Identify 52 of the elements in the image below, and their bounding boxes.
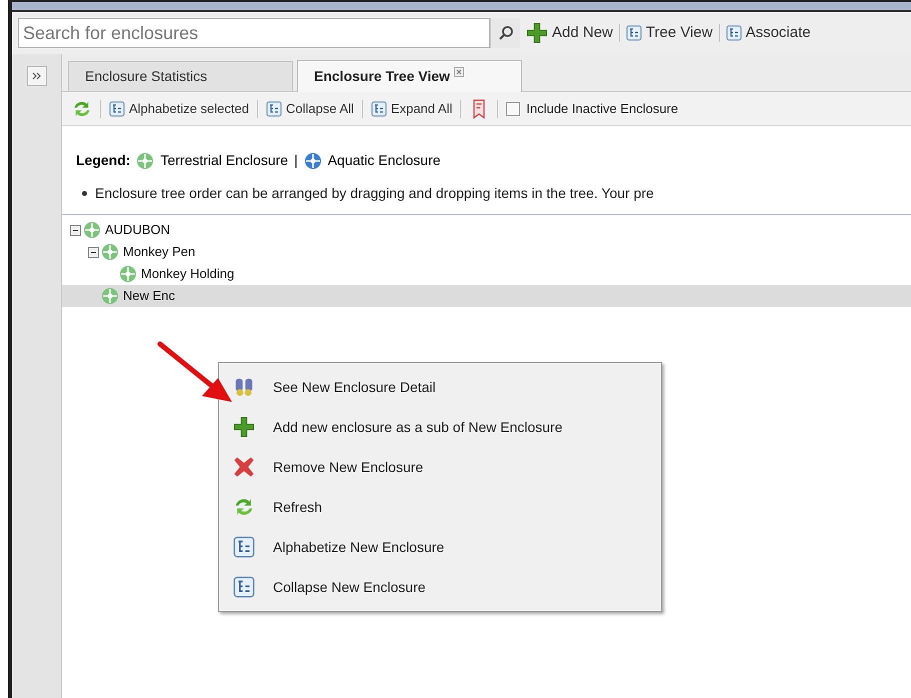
separator: |: [294, 151, 298, 170]
legend-title: Legend:: [76, 151, 130, 170]
plus-icon: [233, 416, 255, 438]
menu-item[interactable]: Alphabetize New Enclosure: [219, 527, 661, 567]
tree-row[interactable]: New Enc: [62, 285, 911, 307]
enclosure-icon: [119, 265, 137, 283]
menu-item[interactable]: Collapse New Enclosure: [219, 567, 661, 607]
refresh-icon: [233, 496, 255, 518]
toolbar-button[interactable]: Tree View: [626, 22, 713, 44]
collapse-icon[interactable]: [88, 246, 99, 258]
checkbox[interactable]: [506, 102, 520, 116]
menu-item[interactable]: Add new enclosure as a sub of New Enclosure: [219, 407, 661, 447]
binoculars-icon: [233, 376, 255, 398]
toolbar-button[interactable]: Expand All: [370, 98, 452, 118]
double-chevron-icon: [32, 72, 42, 80]
tree-row[interactable]: AUDUBON: [62, 219, 911, 241]
legend-label: Aquatic Enclosure: [328, 151, 441, 170]
tree-row[interactable]: Monkey Holding: [62, 263, 911, 285]
enclosure-icon: [101, 243, 119, 261]
tab[interactable]: Enclosure Statistics: [68, 61, 293, 91]
tree-list-icon: [726, 25, 742, 41]
search-button[interactable]: [490, 18, 520, 48]
tree-list-icon: [233, 576, 255, 598]
legend-label: Terrestrial Enclosure: [160, 151, 288, 170]
tree-list-icon: [233, 536, 255, 558]
menu-item[interactable]: See New Enclosure Detail: [219, 367, 661, 407]
tree-row[interactable]: Monkey Pen: [62, 241, 911, 263]
expand-panel-button[interactable]: [26, 66, 46, 86]
enclosure-icon: [101, 287, 119, 305]
close-icon[interactable]: [454, 67, 464, 77]
search-icon: [498, 25, 514, 41]
tree-list-icon: [370, 100, 387, 116]
checkbox-label: Include Inactive Enclosure: [526, 100, 678, 118]
collapse-icon[interactable]: [70, 224, 81, 236]
toolbar-button[interactable]: [72, 98, 92, 118]
note-text: Enclosure tree order can be arranged by dragging and dropping items in the tree. Your pre: [95, 184, 654, 203]
tree-list-icon: [626, 25, 642, 41]
tab[interactable]: Enclosure Tree View: [297, 60, 522, 92]
toolbar-button[interactable]: Associate: [726, 22, 811, 44]
close-icon: [233, 456, 255, 478]
tree-list-icon: [109, 100, 125, 116]
plus-icon: [526, 22, 548, 44]
bullet-icon: [82, 191, 87, 196]
search-field[interactable]: Search for enclosures: [18, 18, 490, 48]
enclosure-icon: [83, 221, 101, 239]
menu-item[interactable]: Refresh: [219, 487, 661, 527]
menu-item[interactable]: Remove New Enclosure: [219, 447, 661, 487]
refresh-icon: [72, 98, 92, 118]
toolbar-button[interactable]: Collapse All: [266, 98, 354, 118]
toolbar-button[interactable]: Add New: [526, 22, 613, 44]
tree-list-icon: [266, 100, 282, 116]
toolbar-button[interactable]: Alphabetize selected: [109, 98, 249, 118]
